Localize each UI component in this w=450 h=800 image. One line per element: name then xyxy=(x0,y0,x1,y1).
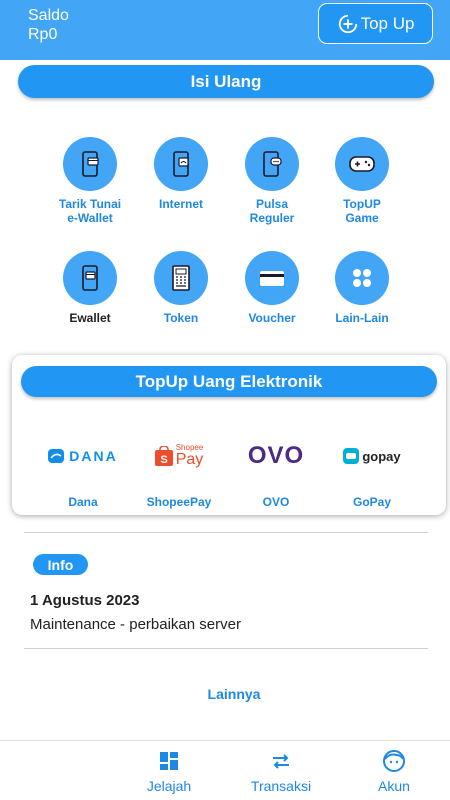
add-circle-icon xyxy=(338,14,357,33)
uang-elektronik-title: TopUp Uang Elektronik xyxy=(135,371,323,391)
menu-lain-lain[interactable]: Lain-Lain xyxy=(307,251,417,325)
gopay-logo: gopay xyxy=(322,441,422,471)
dana-logo: DANA xyxy=(33,441,133,471)
top-header: Saldo Rp0 Top Up xyxy=(0,0,450,60)
svg-text:S: S xyxy=(160,454,167,466)
meter-icon xyxy=(172,265,190,291)
info-date: 1 Agustus 2023 xyxy=(30,592,140,609)
wallet-label: GoPay xyxy=(352,495,391,509)
divider xyxy=(24,532,428,533)
face-icon xyxy=(383,750,405,772)
wallet-ovo[interactable]: OVO OVO xyxy=(226,441,326,509)
nav-transaksi[interactable]: Transaksi xyxy=(236,749,326,794)
isi-ulang-header: Isi Ulang xyxy=(18,65,434,98)
wallet-label: ShopeePay xyxy=(146,495,212,509)
swap-arrows-icon xyxy=(273,754,289,769)
nav-label: Akun xyxy=(378,778,410,794)
phone-wallet-icon xyxy=(82,265,98,291)
wallet-label: OVO xyxy=(262,495,290,509)
dots-grid-icon xyxy=(353,269,371,287)
nav-label: Transaksi xyxy=(250,778,312,794)
wallet-shopeepay[interactable]: S Shopee Pay ShopeePay xyxy=(129,441,229,510)
top-up-label: Top Up xyxy=(360,13,415,33)
gamepad-icon xyxy=(349,156,375,172)
uang-elektronik-header: TopUp Uang Elektronik xyxy=(21,366,437,397)
dana-logo-icon xyxy=(48,449,65,463)
info-badge: Info xyxy=(33,554,88,575)
nav-label: Jelajah xyxy=(146,778,192,794)
balance-label: Saldo xyxy=(28,7,69,24)
phone-wifi-icon xyxy=(173,151,189,177)
isi-ulang-title: Isi Ulang xyxy=(190,71,262,91)
phone-chat-icon xyxy=(263,151,282,177)
shopeepay-bag-icon: S xyxy=(154,446,173,466)
menu-topup-game[interactable]: TopUP Game xyxy=(307,137,417,225)
nav-jelajah[interactable]: Jelajah xyxy=(124,749,214,794)
ovo-logo: OVO xyxy=(247,442,305,469)
lainnya-link[interactable]: Lainnya xyxy=(0,686,450,702)
divider xyxy=(24,648,428,649)
balance-value: Rp0 xyxy=(28,26,58,43)
balance-block: Saldo Rp0 xyxy=(28,6,69,44)
shopeepay-logo: S Shopee Pay xyxy=(129,441,229,471)
menu-label: TopUP Game xyxy=(343,197,381,225)
info-text: Maintenance - perbaikan server xyxy=(30,616,241,633)
card-icon xyxy=(260,271,284,286)
wallet-dana[interactable]: DANA Dana xyxy=(33,441,133,509)
phone-card-icon xyxy=(82,151,99,177)
top-up-button[interactable]: Top Up xyxy=(318,3,433,44)
wallet-gopay[interactable]: gopay GoPay xyxy=(322,441,422,509)
gopay-logo-icon xyxy=(343,448,360,464)
nav-akun[interactable]: Akun xyxy=(349,749,439,794)
dashboard-icon xyxy=(160,752,178,770)
menu-label: Lain-Lain xyxy=(335,311,389,325)
wallet-label: Dana xyxy=(68,495,98,509)
uang-elektronik-card: TopUp Uang Elektronik DANA Dana S Shopee… xyxy=(12,355,446,515)
bottom-nav: Jelajah Transaksi Akun xyxy=(0,740,450,800)
